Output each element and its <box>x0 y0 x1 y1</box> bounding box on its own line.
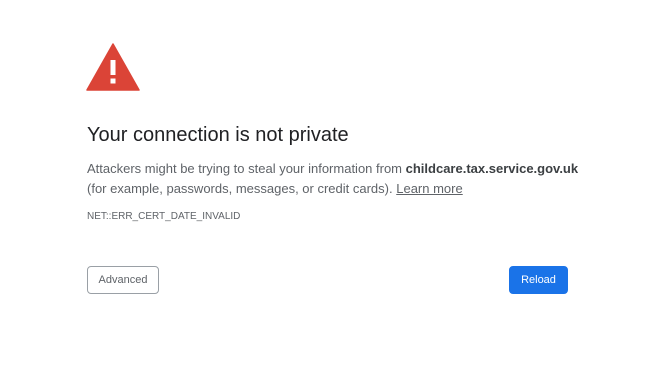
privacy-error-page: Your connection is not private Attackers… <box>0 0 648 382</box>
explanation-text: Attackers might be trying to steal your … <box>87 159 587 199</box>
error-code[interactable]: NET::ERR_CERT_DATE_INVALID <box>87 210 240 224</box>
site-domain: childcare.tax.service.gov.uk <box>405 161 579 176</box>
learn-more-link[interactable]: Learn more <box>396 181 462 196</box>
explanation-suffix: (for example, passwords, messages, or cr… <box>87 181 397 196</box>
explanation-prefix: Attackers might be trying to steal your … <box>87 161 406 176</box>
page-title: Your connection is not private <box>87 124 349 146</box>
reload-button[interactable]: Reload <box>509 266 568 294</box>
advanced-button[interactable]: Advanced <box>87 266 159 294</box>
warning-triangle-icon <box>86 43 140 91</box>
